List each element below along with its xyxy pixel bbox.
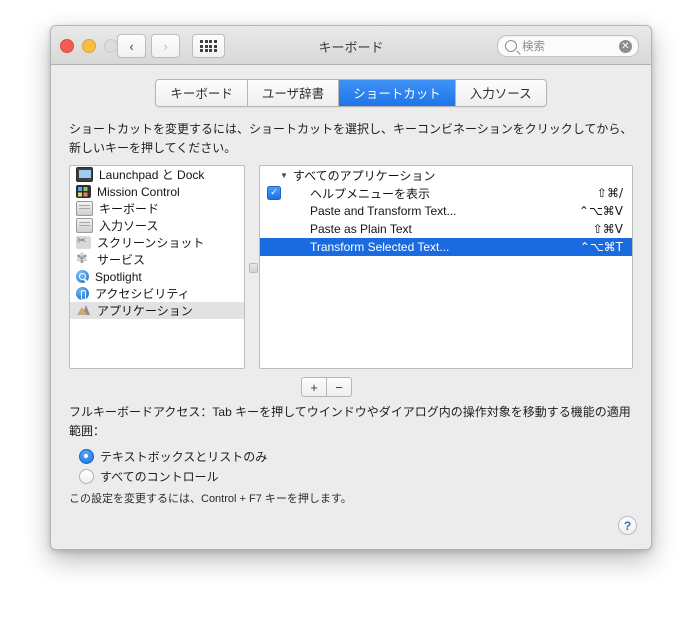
list-buttons: + − xyxy=(301,377,352,397)
radio-all-controls[interactable]: すべてのコントロール xyxy=(79,466,267,486)
shortcut-panes: Launchpad と Dock Mission Control キーボード 入… xyxy=(69,165,633,369)
tab-bar: キーボード ユーザ辞書 ショートカット 入力ソース xyxy=(51,65,651,107)
radio-label: すべてのコントロール xyxy=(100,469,219,484)
add-shortcut-button[interactable]: + xyxy=(301,377,326,397)
category-list[interactable]: Launchpad と Dock Mission Control キーボード 入… xyxy=(69,165,245,369)
radio-button[interactable] xyxy=(79,448,94,464)
keyboard-icon xyxy=(76,218,93,233)
sidebar-item-keyboard[interactable]: キーボード xyxy=(70,200,244,217)
shortcut-label: Transform Selected Text... xyxy=(310,240,450,254)
shortcut-keys[interactable]: ⇧⌘V xyxy=(593,222,623,236)
shortcut-checkbox-cell: ✓ xyxy=(260,186,288,200)
shortcut-group-label: すべてのアプリケーション xyxy=(292,168,436,183)
gear-icon xyxy=(76,250,91,267)
radio-text-boxes-and-lists[interactable]: テキストボックスとリストのみ xyxy=(79,446,267,466)
radio-button[interactable] xyxy=(79,468,94,484)
search-icon xyxy=(505,40,517,52)
sidebar-item-label: Launchpad と Dock xyxy=(99,168,205,182)
sidebar-item-services[interactable]: サービス xyxy=(70,250,244,268)
table-row[interactable]: Paste and Transform Text... ⌃⌥⌘V xyxy=(260,202,632,220)
remove-shortcut-button[interactable]: − xyxy=(326,377,352,397)
sidebar-item-label: Spotlight xyxy=(95,269,142,284)
window-body: キーボード ユーザ辞書 ショートカット 入力ソース ショートカットを変更するには… xyxy=(51,65,651,549)
sidebar-item-screenshots[interactable]: スクリーンショット xyxy=(70,234,244,251)
sidebar-item-mission-control[interactable]: Mission Control xyxy=(70,183,244,200)
keyboard-access-hint: この設定を変更するには、Control + F7 キーを押します。 xyxy=(69,493,352,505)
shortcut-checkbox[interactable]: ✓ xyxy=(267,186,281,200)
title-bar: ‹ › キーボード 検索 ✕ xyxy=(51,26,651,65)
instructions-text: ショートカットを変更するには、ショートカットを選択し、キーコンビネーションをクリ… xyxy=(69,122,633,155)
tab-group: キーボード ユーザ辞書 ショートカット 入力ソース xyxy=(155,79,547,107)
shortcut-label: Paste and Transform Text... xyxy=(310,204,457,218)
shortcut-keys[interactable]: ⌃⌥⌘T xyxy=(580,240,623,254)
sidebar-item-label: アプリケーション xyxy=(97,304,193,318)
clear-search-icon[interactable]: ✕ xyxy=(619,39,632,53)
shortcut-label: Paste as Plain Text xyxy=(310,222,412,236)
sidebar-item-label: サービス xyxy=(97,253,146,267)
help-button[interactable]: ? xyxy=(618,516,637,535)
sidebar-item-label: Mission Control xyxy=(97,184,180,199)
sidebar-item-label: アクセシビリティ xyxy=(95,287,190,301)
keyboard-icon xyxy=(76,201,93,216)
resize-grip[interactable] xyxy=(249,263,258,273)
sidebar-item-spotlight[interactable]: Spotlight xyxy=(70,268,244,285)
shortcut-table[interactable]: ▼ すべてのアプリケーション ✓ ヘルプメニューを表示 ⇧⌘/ Paste an… xyxy=(259,165,633,369)
shortcut-keys[interactable]: ⇧⌘/ xyxy=(597,186,623,200)
tab-keyboard[interactable]: キーボード xyxy=(156,80,248,106)
shortcut-keys[interactable]: ⌃⌥⌘V xyxy=(579,204,623,218)
table-row[interactable]: Transform Selected Text... ⌃⌥⌘T xyxy=(260,238,632,256)
laptop-icon xyxy=(76,167,93,182)
accessibility-icon xyxy=(76,287,89,300)
mission-control-icon xyxy=(76,185,91,198)
tab-shortcuts[interactable]: ショートカット xyxy=(339,80,456,106)
sidebar-item-launchpad-dock[interactable]: Launchpad と Dock xyxy=(70,166,244,183)
shortcut-group-header[interactable]: ▼ すべてのアプリケーション xyxy=(260,166,632,184)
screenshot-icon xyxy=(76,234,91,249)
full-keyboard-access-label: フルキーボードアクセス：Tab キーを押してウインドウやダイアログ内の操作対象を… xyxy=(69,405,631,438)
shortcut-label: ヘルプメニューを表示 xyxy=(310,186,431,201)
chevron-down-icon[interactable]: ▼ xyxy=(280,171,288,180)
radio-label: テキストボックスとリストのみ xyxy=(100,449,268,464)
table-row[interactable]: ✓ ヘルプメニューを表示 ⇧⌘/ xyxy=(260,184,632,202)
pane-divider[interactable] xyxy=(245,165,259,369)
sidebar-item-label: キーボード xyxy=(99,202,160,216)
application-icon xyxy=(76,304,91,317)
full-keyboard-access-options: テキストボックスとリストのみ すべてのコントロール xyxy=(79,446,267,486)
search-field[interactable]: 検索 ✕ xyxy=(497,35,639,57)
sidebar-item-app-shortcuts[interactable]: アプリケーション xyxy=(70,302,244,319)
sidebar-item-label: 入力ソース xyxy=(99,219,159,233)
table-row[interactable]: Paste as Plain Text ⇧⌘V xyxy=(260,220,632,238)
tab-text[interactable]: ユーザ辞書 xyxy=(247,80,340,106)
sidebar-item-accessibility[interactable]: アクセシビリティ xyxy=(70,285,244,302)
sidebar-item-input-sources[interactable]: 入力ソース xyxy=(70,217,244,234)
sidebar-item-label: スクリーンショット xyxy=(97,236,205,250)
tab-input-sources[interactable]: 入力ソース xyxy=(455,80,546,106)
preferences-window: ‹ › キーボード 検索 ✕ キーボード ユーザ辞書 ショートカット 入力ソース… xyxy=(50,25,652,550)
spotlight-icon xyxy=(76,270,89,283)
search-placeholder: 検索 xyxy=(522,41,545,53)
